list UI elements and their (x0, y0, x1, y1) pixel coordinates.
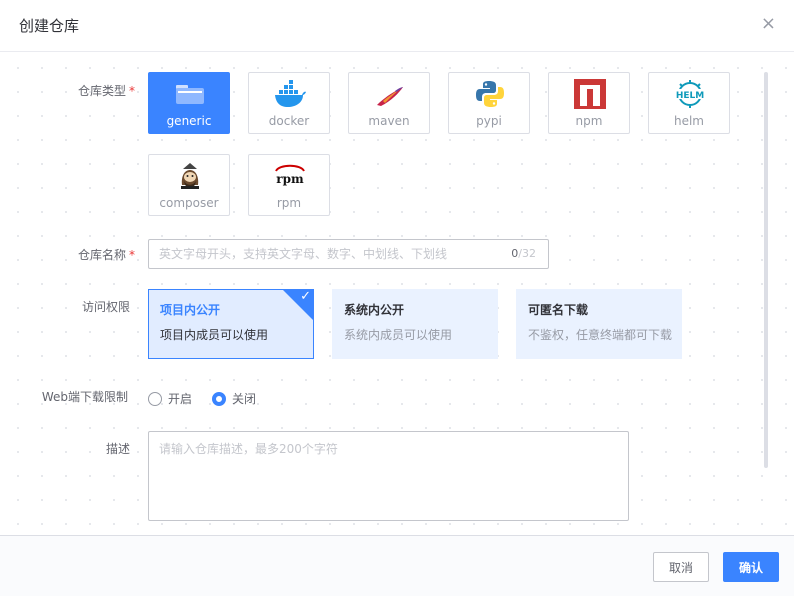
repo-type-label-rpm: rpm (276, 196, 302, 210)
repo-name-label: 仓库名称 * (77, 248, 135, 262)
access-option-desc: 项目内成员可以使用 (160, 328, 269, 342)
repo-type-label-maven: maven (368, 114, 410, 128)
repo-type-label-composer: composer (159, 196, 219, 210)
repo-type-helm[interactable]: HELM helm (648, 72, 730, 134)
access-option-title: 系统内公开 (344, 303, 405, 317)
repo-type-pypi[interactable]: pypi (448, 72, 530, 134)
radio-off[interactable]: 关闭 (212, 390, 256, 407)
access-option-system[interactable]: 系统内公开 系统内成员可以使用 (332, 289, 498, 359)
close-icon[interactable]: × (761, 14, 776, 34)
repo-name-input[interactable] (149, 240, 499, 268)
radio-circle[interactable] (212, 391, 226, 406)
svg-text:HELM: HELM (676, 91, 704, 101)
access-label: 访问权限 (81, 300, 130, 314)
dialog-header: 创建仓库 × (0, 0, 794, 52)
repo-type-label: 仓库类型 * (77, 84, 135, 98)
required-mark: * (129, 84, 135, 98)
rpm-icon: rpm (275, 164, 305, 186)
composer-icon (181, 163, 199, 189)
cancel-button[interactable]: 取消 (653, 552, 709, 582)
radio-label: 关闭 (232, 392, 257, 406)
radio-label: 开启 (168, 392, 193, 406)
helm-icon: HELM (674, 80, 706, 108)
npm-icon (574, 79, 606, 109)
docker-icon (275, 80, 306, 107)
repo-type-label-npm: npm (575, 114, 603, 128)
access-option-title: 项目内公开 (160, 303, 221, 317)
access-option-anonymous[interactable]: 可匿名下载 不鉴权，任意终端都可下载 (516, 289, 682, 359)
access-option-project[interactable]: 项目内公开 项目内成员可以使用 ✓ (148, 289, 314, 359)
repo-type-maven[interactable]: maven (348, 72, 430, 134)
repo-type-label-pypi: pypi (476, 114, 502, 128)
repo-type-npm[interactable]: npm (548, 72, 630, 134)
svg-text:rpm: rpm (276, 172, 304, 186)
repo-type-generic[interactable]: generic (148, 72, 230, 134)
generic-icon (176, 85, 204, 104)
radio-circle[interactable] (148, 391, 162, 406)
repo-type-label-generic: generic (166, 114, 212, 128)
create-repo-dialog: 创建仓库 × 仓库类型 * generic docker maven pypi … (0, 0, 794, 596)
required-mark: * (129, 248, 135, 262)
desc-label: 描述 (105, 442, 130, 456)
desc-textarea[interactable] (149, 432, 628, 520)
repo-type-rpm[interactable]: rpm rpm (248, 154, 330, 216)
web-download-label: Web端下载限制 (41, 390, 128, 404)
char-counter: 0/32 (511, 247, 536, 260)
scrollbar[interactable] (764, 72, 768, 468)
confirm-button[interactable]: 确认 (723, 552, 779, 582)
radio-on[interactable]: 开启 (148, 390, 192, 407)
access-option-desc: 不鉴权，任意终端都可下载 (528, 328, 673, 342)
desc-field[interactable] (148, 431, 629, 521)
check-icon: ✓ (300, 289, 311, 304)
access-option-desc: 系统内成员可以使用 (344, 328, 453, 342)
char-max: /32 (518, 247, 536, 260)
access-option-title: 可匿名下载 (528, 303, 589, 317)
repo-type-docker[interactable]: docker (248, 72, 330, 134)
maven-icon (377, 87, 403, 106)
repo-type-label-docker: docker (268, 114, 310, 128)
repo-name-field[interactable]: 0/32 (148, 239, 549, 269)
repo-type-label-helm: helm (673, 114, 704, 128)
dialog-title: 创建仓库 (19, 17, 80, 35)
dialog-footer: 取消 确认 (0, 535, 794, 596)
repo-type-composer[interactable]: composer (148, 154, 230, 216)
pypi-icon (476, 81, 504, 107)
